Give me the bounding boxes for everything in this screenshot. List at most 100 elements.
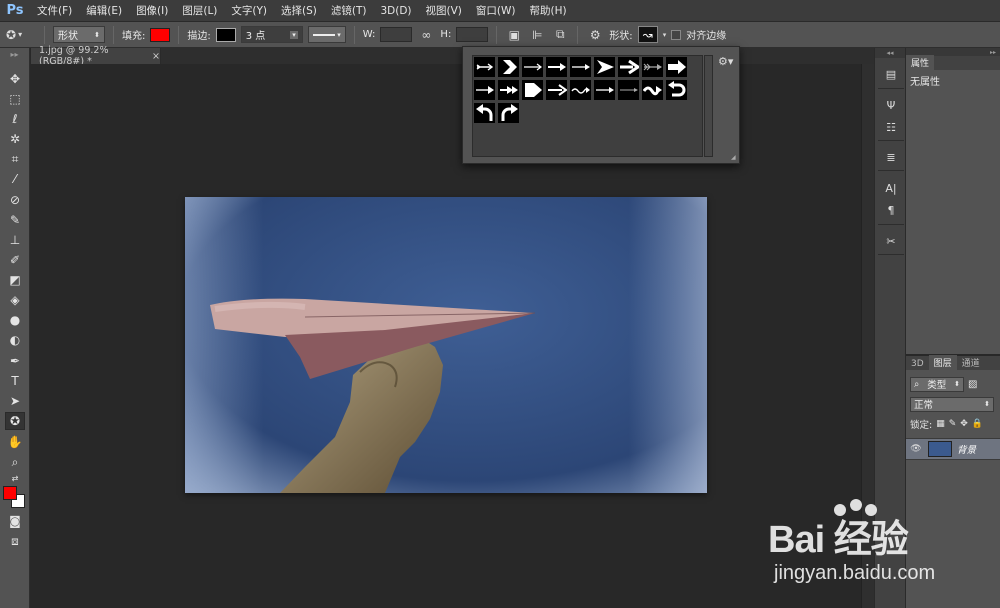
eraser-tool-icon[interactable]: ◩ xyxy=(5,271,25,289)
layer-row-background[interactable]: 👁 背景 xyxy=(906,438,1000,460)
panel-collapse-icon[interactable]: ▸▸ xyxy=(0,48,29,60)
path-selection-tool-icon[interactable]: ➤ xyxy=(5,392,25,410)
menu-layer[interactable]: 图层(L) xyxy=(175,0,224,22)
eye-icon[interactable]: 👁 xyxy=(909,444,923,454)
brush-tool-icon[interactable]: ✎ xyxy=(5,211,25,229)
blend-mode-dropdown[interactable]: 正常 ⬍ xyxy=(910,396,994,412)
shape-arrow-u-turn[interactable] xyxy=(665,79,688,101)
paint-bucket-tool-icon[interactable]: ◈ xyxy=(5,291,25,309)
shape-arrow-feathered-1[interactable] xyxy=(473,56,496,78)
fill-color-swatch[interactable] xyxy=(150,27,171,42)
close-icon[interactable]: × xyxy=(152,51,160,62)
gear-icon[interactable]: ⚙ xyxy=(586,26,604,44)
shape-arrow-block[interactable] xyxy=(665,56,688,78)
lasso-tool-icon[interactable]: ℓ xyxy=(5,110,25,128)
shape-picker-scrollbar[interactable] xyxy=(704,55,713,157)
width-input[interactable] xyxy=(380,27,413,42)
tab-channels[interactable]: 通道 xyxy=(957,355,985,370)
character-panel-icon[interactable]: A| xyxy=(882,179,900,197)
lock-transparent-icon[interactable]: ▦ xyxy=(936,419,945,429)
shape-preset-swatch[interactable]: ↝ xyxy=(637,26,658,43)
eyedropper-tool-icon[interactable]: ⁄ xyxy=(5,170,25,188)
link-icon[interactable]: ∞ xyxy=(417,26,435,44)
gear-icon[interactable]: ⚙▾ xyxy=(718,55,734,69)
paragraph-panel-icon[interactable]: ¶ xyxy=(882,201,900,219)
shape-arrow-triangle-large[interactable] xyxy=(593,56,616,78)
stroke-width-field[interactable]: 3 点 ▾ xyxy=(240,26,303,43)
lock-all-icon[interactable]: 🔒 xyxy=(972,419,983,429)
menu-image[interactable]: 图像(I) xyxy=(129,0,175,22)
tab-properties[interactable]: 属性 xyxy=(906,55,935,70)
history-panel-icon[interactable]: ▤ xyxy=(882,65,900,83)
shape-arrow-feathered-4[interactable] xyxy=(473,79,496,101)
zoom-tool-icon[interactable]: ⌕ xyxy=(5,453,25,471)
brush-presets-icon[interactable]: Ψ xyxy=(882,96,900,114)
menu-edit[interactable]: 编辑(E) xyxy=(79,0,129,22)
tab-layers[interactable]: 图层 xyxy=(928,355,957,370)
clone-stamp-tool-icon[interactable]: ⊥ xyxy=(5,231,25,249)
menu-type[interactable]: 文字(Y) xyxy=(224,0,274,22)
hand-tool-icon[interactable]: ✋ xyxy=(5,433,25,451)
menu-window[interactable]: 窗口(W) xyxy=(469,0,523,22)
healing-brush-tool-icon[interactable]: ⊘ xyxy=(5,191,25,209)
crop-tool-icon[interactable]: ⌗ xyxy=(5,150,25,168)
layer-comps-icon[interactable]: ≣ xyxy=(882,148,900,166)
path-alignment-icon[interactable]: ⊫ xyxy=(528,26,546,44)
history-brush-tool-icon[interactable]: ✐ xyxy=(5,251,25,269)
shape-arrow-tiny-head[interactable] xyxy=(617,79,640,101)
layer-filter-dropdown[interactable]: ⌕ 类型 ⬍ xyxy=(910,376,964,392)
pen-tool-icon[interactable]: ✒ xyxy=(5,352,25,370)
chevron-down-icon[interactable]: ▾ xyxy=(663,31,667,39)
shape-arrow-feathered-2[interactable] xyxy=(545,56,568,78)
lock-pixels-icon[interactable]: ✎ xyxy=(949,419,957,429)
chevron-down-icon[interactable]: ▾ xyxy=(290,30,298,39)
lock-position-icon[interactable]: ✥ xyxy=(960,419,968,429)
document-tab[interactable]: 1.jpg @ 99.2%(RGB/8#) * × xyxy=(31,45,161,67)
swap-colors-icon[interactable]: ⇄ xyxy=(5,472,25,484)
height-input[interactable] xyxy=(456,27,489,42)
adjustments-icon[interactable]: ☷ xyxy=(882,118,900,136)
shape-arrow-bold[interactable] xyxy=(617,56,640,78)
menu-filter[interactable]: 滤镜(T) xyxy=(324,0,374,22)
marquee-tool-icon[interactable]: ⬚ xyxy=(5,90,25,108)
shape-arrow-wavy[interactable] xyxy=(569,79,592,101)
shape-arrow-pentagon[interactable] xyxy=(521,79,544,101)
shape-arrow-thin-long[interactable] xyxy=(521,56,544,78)
shape-arrow-dashed[interactable] xyxy=(593,79,616,101)
shape-chevron-arrow[interactable] xyxy=(497,56,520,78)
stroke-color-swatch[interactable] xyxy=(215,27,236,42)
menu-view[interactable]: 视图(V) xyxy=(419,0,469,22)
tab-3d[interactable]: 3D xyxy=(906,358,929,370)
screen-mode-icon[interactable]: ⧈ xyxy=(5,532,25,550)
align-edges-checkbox[interactable] xyxy=(671,29,682,40)
move-tool-icon[interactable]: ✥ xyxy=(5,70,25,88)
path-arrangement-icon[interactable]: ⧉ xyxy=(551,26,569,44)
type-tool-icon[interactable]: T xyxy=(5,372,25,390)
shape-arrow-wave-bold[interactable] xyxy=(641,79,664,101)
shape-arrow-curved-left[interactable] xyxy=(473,102,496,124)
panel-collapse-icon[interactable]: ◂◂ xyxy=(875,48,905,58)
dodge-tool-icon[interactable]: ◐ xyxy=(5,331,25,349)
shape-arrow-double-head[interactable] xyxy=(497,79,520,101)
tool-mode-dropdown[interactable]: 形状 ⬍ xyxy=(53,26,105,43)
image-filter-icon[interactable]: ▨ xyxy=(968,379,977,390)
menu-help[interactable]: 帮助(H) xyxy=(523,0,574,22)
shape-arrow-simple[interactable] xyxy=(569,56,592,78)
quick-mask-icon[interactable]: ◙ xyxy=(5,512,25,530)
custom-shape-tool-icon[interactable]: ✪ xyxy=(5,412,25,430)
tool-presets-icon[interactable]: ✂ xyxy=(882,232,900,250)
stroke-type-dropdown[interactable]: ▾ xyxy=(307,26,346,43)
blur-tool-icon[interactable]: ● xyxy=(5,311,25,329)
path-operations-icon[interactable]: ▣ xyxy=(505,26,523,44)
magic-wand-tool-icon[interactable]: ✲ xyxy=(5,130,25,148)
resize-grip-icon[interactable]: ◢ xyxy=(731,155,737,161)
document-image[interactable] xyxy=(185,197,707,493)
menu-select[interactable]: 选择(S) xyxy=(274,0,324,22)
shape-arrow-feathered-3[interactable] xyxy=(641,56,664,78)
menu-file[interactable]: 文件(F) xyxy=(30,0,79,22)
shape-arrow-medium[interactable] xyxy=(545,79,568,101)
tool-preset-picker[interactable]: ✪ ▾ xyxy=(6,25,36,45)
shape-arrow-curved-right[interactable] xyxy=(497,102,520,124)
foreground-color-swatch[interactable] xyxy=(3,486,17,500)
menu-3d[interactable]: 3D(D) xyxy=(373,0,418,22)
